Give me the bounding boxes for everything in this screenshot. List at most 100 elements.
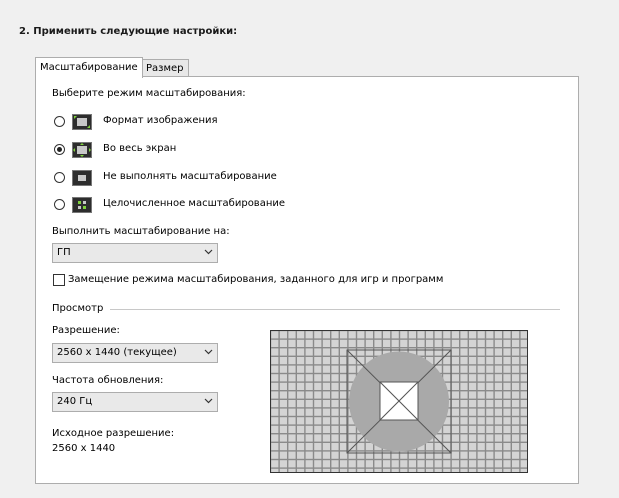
- radio-integer-scaling[interactable]: [54, 199, 65, 210]
- preview-grid-cell: [340, 357, 348, 365]
- preview-grid-cell: [494, 443, 502, 451]
- preview-grid-cell: [365, 348, 373, 356]
- preview-grid-cell: [288, 400, 296, 408]
- preview-grid-cell: [271, 451, 279, 459]
- preview-grid-cell: [288, 468, 296, 472]
- preview-grid-cell: [331, 425, 339, 433]
- preview-grid-cell: [271, 339, 279, 347]
- tab-scaling[interactable]: Масштабирование: [35, 57, 143, 78]
- preview-grid-cell: [305, 365, 313, 373]
- chevron-down-icon: [204, 249, 213, 255]
- preview-grid-cell: [314, 417, 322, 425]
- preview-grid-cell: [297, 451, 305, 459]
- preview-grid-cell: [271, 331, 279, 339]
- resolution-select[interactable]: 2560 x 1440 (текущее): [52, 343, 218, 363]
- preview-grid-cell: [374, 348, 382, 356]
- preview-grid-cell: [348, 339, 356, 347]
- preview-grid-cell: [486, 382, 494, 390]
- preview-grid-cell: [305, 443, 313, 451]
- preview-grid-cell: [305, 348, 313, 356]
- preview-grid-cell: [486, 443, 494, 451]
- preview-grid-cell: [314, 468, 322, 472]
- preview-grid-cell: [451, 331, 459, 339]
- preview-grid-cell: [451, 391, 459, 399]
- preview-grid-cell: [469, 391, 477, 399]
- radio-aspect-ratio[interactable]: [54, 116, 65, 127]
- tab-size[interactable]: Размер: [141, 59, 189, 77]
- preview-grid-cell: [469, 408, 477, 416]
- preview-grid-cell: [271, 468, 279, 472]
- preview-grid-cell: [451, 400, 459, 408]
- override-checkbox[interactable]: [53, 274, 65, 286]
- preview-grid-cell: [314, 382, 322, 390]
- preview-grid-cell: [340, 348, 348, 356]
- radio-full-screen[interactable]: [54, 144, 65, 155]
- preview-grid-cell: [469, 382, 477, 390]
- radio-no-scaling[interactable]: [54, 172, 65, 183]
- preview-grid-cell: [503, 382, 511, 390]
- preview-grid-cell: [297, 425, 305, 433]
- preview-grid-cell: [512, 417, 520, 425]
- preview-grid-cell: [340, 451, 348, 459]
- preview-grid-cell: [279, 468, 287, 472]
- preview-grid-cell: [340, 391, 348, 399]
- preview-grid-cell: [520, 468, 527, 472]
- preview-grid-cell: [400, 331, 408, 339]
- preview-grid-cell: [297, 417, 305, 425]
- preview-grid-cell: [417, 331, 425, 339]
- preview-grid-cell: [451, 468, 459, 472]
- preview-grid-cell: [520, 374, 527, 382]
- preview-grid-cell: [297, 443, 305, 451]
- preview-grid-cell: [279, 451, 287, 459]
- preview-grid-cell: [297, 331, 305, 339]
- preview-grid-cell: [340, 331, 348, 339]
- preview-grid-cell: [494, 348, 502, 356]
- preview-grid-cell: [486, 434, 494, 442]
- preview-grid-cell: [305, 339, 313, 347]
- preview-grid-cell: [451, 382, 459, 390]
- preview-grid-cell: [443, 339, 451, 347]
- preview-grid-cell: [494, 417, 502, 425]
- preview-grid-cell: [322, 382, 330, 390]
- preview-grid-cell: [279, 382, 287, 390]
- preview-grid-cell: [460, 468, 468, 472]
- preview-divider: [110, 309, 560, 310]
- preview-grid-cell: [503, 331, 511, 339]
- preview-grid-cell: [460, 460, 468, 468]
- perform-on-select[interactable]: ГП: [52, 243, 218, 263]
- preview-grid-cell: [503, 451, 511, 459]
- preview-grid-cell: [297, 339, 305, 347]
- preview-grid-cell: [374, 468, 382, 472]
- preview-grid-cell: [408, 339, 416, 347]
- preview-grid-cell: [477, 417, 485, 425]
- preview-grid-cell: [279, 408, 287, 416]
- preview-grid-cell: [477, 365, 485, 373]
- preview-grid-cell: [469, 374, 477, 382]
- integer-scaling-icon: [72, 197, 92, 213]
- preview-grid-cell: [494, 357, 502, 365]
- preview-grid-cell: [305, 382, 313, 390]
- preview-grid-cell: [451, 434, 459, 442]
- preview-grid-cell: [477, 374, 485, 382]
- preview-grid-cell: [391, 460, 399, 468]
- preview-grid-cell: [331, 357, 339, 365]
- preview-grid-cell: [486, 451, 494, 459]
- refresh-select[interactable]: 240 Гц: [52, 392, 218, 412]
- preview-grid-cell: [451, 460, 459, 468]
- preview-grid-cell: [400, 460, 408, 468]
- preview-grid-cell: [469, 357, 477, 365]
- preview-grid-cell: [512, 382, 520, 390]
- preview-grid-cell: [494, 374, 502, 382]
- preview-grid-cell: [357, 468, 365, 472]
- preview-grid-cell: [271, 365, 279, 373]
- preview-grid-cell: [314, 425, 322, 433]
- preview-grid-cell: [348, 365, 356, 373]
- preview-grid-cell: [340, 365, 348, 373]
- preview-grid-cell: [503, 460, 511, 468]
- preview-grid-cell: [331, 331, 339, 339]
- preview-grid-cell: [426, 348, 434, 356]
- preview-grid-cell: [322, 417, 330, 425]
- preview-grid-cell: [305, 468, 313, 472]
- preview-grid-cell: [322, 374, 330, 382]
- preview-grid-cell: [451, 451, 459, 459]
